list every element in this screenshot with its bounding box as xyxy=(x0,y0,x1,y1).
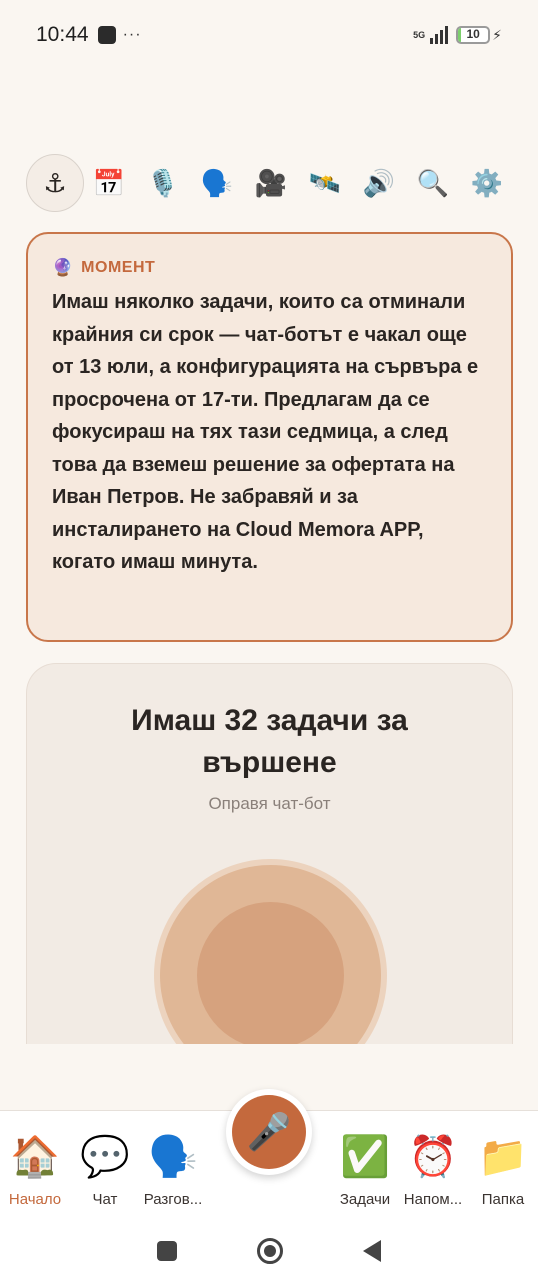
battery-level: 10 xyxy=(466,27,480,41)
recent-apps-button[interactable] xyxy=(157,1241,177,1261)
folder-icon: 📁 xyxy=(478,1135,528,1179)
nav-item-label: Папка xyxy=(481,1191,525,1208)
moment-text: Имаш няколко задачи, които са отминали к… xyxy=(52,291,479,573)
nav-item-label: Чат xyxy=(92,1191,118,1208)
nav-item-2[interactable]: 💬 Чат xyxy=(66,1133,144,1208)
signal-icon xyxy=(430,26,449,44)
check-mark-icon: ✅ xyxy=(340,1135,390,1179)
home-button[interactable] xyxy=(257,1238,283,1264)
battery-icon: 10 ⚡ xyxy=(456,26,502,44)
nav-item-label: Разгов... xyxy=(143,1191,203,1208)
speaker-icon[interactable]: 🔊 xyxy=(350,154,408,212)
speaking-head-icon: 🗣️ xyxy=(148,1135,198,1179)
voice-record-button[interactable]: 🎤 xyxy=(226,1089,312,1175)
nav-item-label: Напом... xyxy=(403,1191,463,1208)
anchor-icon[interactable]: ⚓ xyxy=(26,154,84,212)
moment-card: 🔮 МОМЕНТ Имаш няколко задачи, които са о… xyxy=(26,232,513,642)
more-notifications-icon: ··· xyxy=(122,26,142,43)
charging-icon: ⚡ xyxy=(492,26,502,43)
nav-item-label: Начало xyxy=(8,1191,62,1208)
house-icon: 🏠 xyxy=(10,1135,60,1179)
orb-core[interactable] xyxy=(197,902,344,1044)
status-indicators: 5G 10 ⚡ xyxy=(413,26,502,44)
nav-item-3[interactable]: 🗣️ Разгов... xyxy=(134,1133,212,1208)
speaking-head-icon[interactable]: 🗣️ xyxy=(188,154,246,212)
tasks-subtitle: Оправя чат-бот xyxy=(208,794,331,813)
nav-item-6[interactable]: 📁 Папка xyxy=(464,1133,538,1208)
status-time: 10:44 xyxy=(36,23,89,46)
nav-item-1[interactable]: 🏠 Начало xyxy=(0,1133,74,1208)
tasks-card[interactable]: Имаш 32 задачи за вършене Оправя чат-бот xyxy=(26,663,513,1044)
notification-app-icon xyxy=(97,26,116,44)
gear-icon[interactable]: ⚙️ xyxy=(458,154,516,212)
calendar-icon[interactable]: 📅 xyxy=(80,154,138,212)
crystal-ball-icon: 🔮 xyxy=(52,258,74,277)
movie-camera-icon[interactable]: 🎥 xyxy=(242,154,300,212)
mic-icon: 🎤 xyxy=(232,1095,306,1169)
system-nav-bar xyxy=(0,1222,538,1280)
satellite-icon[interactable]: 🛰️ xyxy=(296,154,354,212)
top-toolbar: ⚓ 📅 🎙️ 🗣️ 🎥 🛰️ 🔊 🔍 ⚙️ xyxy=(26,154,516,212)
nav-item-label: Задачи xyxy=(339,1191,391,1208)
magnifier-icon[interactable]: 🔍 xyxy=(404,154,462,212)
moment-label: МОМЕНТ xyxy=(81,259,156,276)
nav-item-4[interactable]: ✅ Задачи xyxy=(326,1133,404,1208)
speech-bubble-icon: 💬 xyxy=(80,1135,130,1179)
network-type: 5G xyxy=(413,30,426,40)
alarm-clock-icon: ⏰ xyxy=(408,1135,458,1179)
tasks-title: Имаш 32 задачи за вършене xyxy=(131,704,408,779)
moment-header: 🔮 МОМЕНТ xyxy=(52,258,489,278)
nav-item-5[interactable]: ⏰ Напом... xyxy=(394,1133,472,1208)
status-bar: 10:44 ··· 5G 10 ⚡ xyxy=(0,0,538,70)
back-button[interactable] xyxy=(363,1240,381,1262)
microphone-icon[interactable]: 🎙️ xyxy=(134,154,192,212)
